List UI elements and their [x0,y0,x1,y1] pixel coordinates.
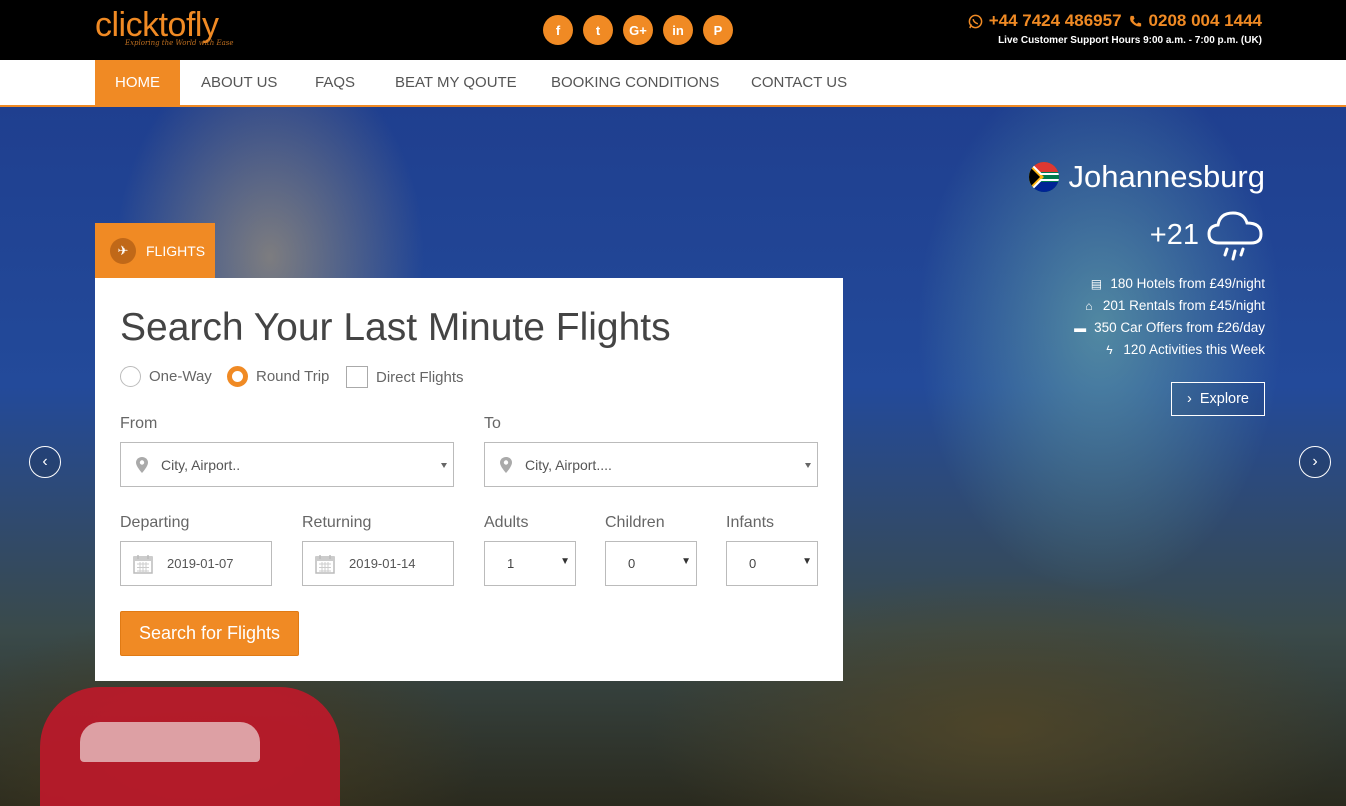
to-field[interactable]: City, Airport.... [484,442,818,487]
airplane-icon: ✈ [110,237,136,264]
slider-next-button[interactable]: › [1299,446,1331,478]
from-label: From [120,415,158,432]
destination-stats: ▤ 180 Hotels from £49/night ⌂ 201 Rentals … [1029,273,1265,361]
location-pin-icon [500,456,512,473]
background-van-window [80,722,260,762]
temperature: +21 [1149,218,1199,251]
support-hours: Live Customer Support Hours 9:00 a.m. - … [998,35,1262,46]
contact-info: +44 7424 486957 0208 004 1444 Live Custo… [968,11,1262,46]
select-caret-icon: ▼ [681,555,691,567]
social-links: f t G+ in P [543,15,733,45]
site-logo[interactable]: clicktofly Exploring the World with Ease [95,6,255,52]
returning-date-field[interactable]: 2019-01-14 [302,541,454,586]
option-one-way[interactable]: One-Way [120,366,212,387]
direct-flights-label: Direct Flights [376,368,464,386]
twitter-icon[interactable]: t [583,15,613,45]
round-trip-label: Round Trip [256,368,330,385]
returning-value: 2019-01-14 [349,556,416,571]
facebook-icon[interactable]: f [543,15,573,45]
checkbox-direct-flights[interactable] [346,366,368,388]
infants-value: 0 [749,556,757,571]
adults-label: Adults [484,514,529,531]
destination-city: Johannesburg [1068,159,1266,194]
top-bar: clicktofly Exploring the World with Ease… [0,0,1346,60]
infants-label: Infants [726,514,775,531]
south-africa-flag-icon [1028,162,1059,192]
departing-value: 2019-01-07 [167,556,234,571]
car-icon: ▬ [1074,321,1087,335]
rain-cloud-icon [1207,211,1263,261]
bolt-icon: ϟ [1106,343,1113,357]
nav-beat-my-quote[interactable]: BEAT MY QOUTE [395,60,517,105]
stat-hotels-text: 180 Hotels from £49/night [1110,276,1265,291]
from-field[interactable]: City, Airport.. [120,442,454,487]
radio-round-trip[interactable] [227,366,248,387]
whatsapp-icon [968,14,983,28]
google-plus-icon[interactable]: G+ [623,15,653,45]
radio-one-way[interactable] [120,366,141,387]
location-pin-icon [136,456,148,473]
stat-hotels: ▤ 180 Hotels from £49/night [1029,273,1265,295]
children-select[interactable]: 0 ▼ [605,541,697,586]
tab-flights[interactable]: ✈ FLIGHTS [95,223,215,278]
select-caret-icon: ▼ [560,555,570,567]
option-direct-flights[interactable]: Direct Flights [346,366,464,388]
nav-about-us[interactable]: ABOUT US [201,60,277,105]
departing-date-field[interactable]: 2019-01-07 [120,541,272,586]
explore-button[interactable]: › Explore [1171,382,1265,416]
option-round-trip[interactable]: Round Trip [227,366,329,387]
nav-booking-conditions[interactable]: BOOKING CONDITIONS [551,60,719,105]
linkedin-icon[interactable]: in [663,15,693,45]
slider-prev-button[interactable]: ‹ [29,446,61,478]
landline-number[interactable]: 0208 004 1444 [1149,11,1262,31]
weather: +21 [1029,205,1266,265]
chevron-left-icon: ‹ [42,453,48,470]
children-value: 0 [628,556,636,571]
phone-numbers: +44 7424 486957 0208 004 1444 [968,11,1262,31]
home-icon: ⌂ [1085,299,1093,313]
calendar-icon [315,554,335,574]
chevron-right-icon: › [1312,453,1318,470]
destination-info: Johannesburg +21 ▤ 180 Hotels from £49/ni… [1028,159,1266,361]
chevron-right-icon: › [1186,391,1192,407]
explore-label: Explore [1199,391,1249,407]
search-flights-button[interactable]: Search for Flights [120,611,299,656]
returning-label: Returning [302,514,372,531]
nav-contact-us[interactable]: CONTACT US [751,60,847,105]
dropdown-caret-icon [805,462,811,468]
main-nav: HOME ABOUT US FAQS BEAT MY QOUTE BOOKING… [0,60,1346,107]
pinterest-icon[interactable]: P [703,15,733,45]
tab-flights-label: FLIGHTS [146,242,206,259]
adults-select[interactable]: 1 ▼ [484,541,576,586]
nav-faqs[interactable]: FAQS [315,60,355,105]
to-placeholder: City, Airport.... [525,456,612,473]
from-placeholder: City, Airport.. [161,456,241,473]
calendar-icon [133,554,153,574]
select-caret-icon: ▼ [802,555,812,567]
one-way-label: One-Way [149,368,212,385]
stat-rentals-text: 201 Rentals from £45/night [1102,298,1265,313]
logo-tagline: Exploring the World with Ease [125,39,234,47]
children-label: Children [605,514,665,531]
flight-search-panel: Search Your Last Minute Flights One-Way … [95,278,843,681]
stat-rentals: ⌂ 201 Rentals from £45/night [1029,295,1265,317]
infants-select[interactable]: 0 ▼ [726,541,818,586]
nav-home[interactable]: HOME [95,60,180,105]
stat-activities: ϟ 120 Activities this Week [1029,339,1265,361]
building-icon: ▤ [1090,277,1103,291]
stat-cars: ▬ 350 Car Offers from £26/day [1029,317,1265,339]
phone-icon [1129,15,1141,26]
departing-label: Departing [120,514,190,531]
adults-value: 1 [507,556,515,571]
to-label: To [484,415,501,432]
stat-activities-text: 120 Activities this Week [1123,342,1265,357]
dropdown-caret-icon [441,462,447,468]
stat-cars-text: 350 Car Offers from £26/day [1094,320,1265,335]
destination-header: Johannesburg [1028,159,1266,195]
whatsapp-number[interactable]: +44 7424 486957 [989,11,1122,31]
search-title: Search Your Last Minute Flights [120,306,671,349]
